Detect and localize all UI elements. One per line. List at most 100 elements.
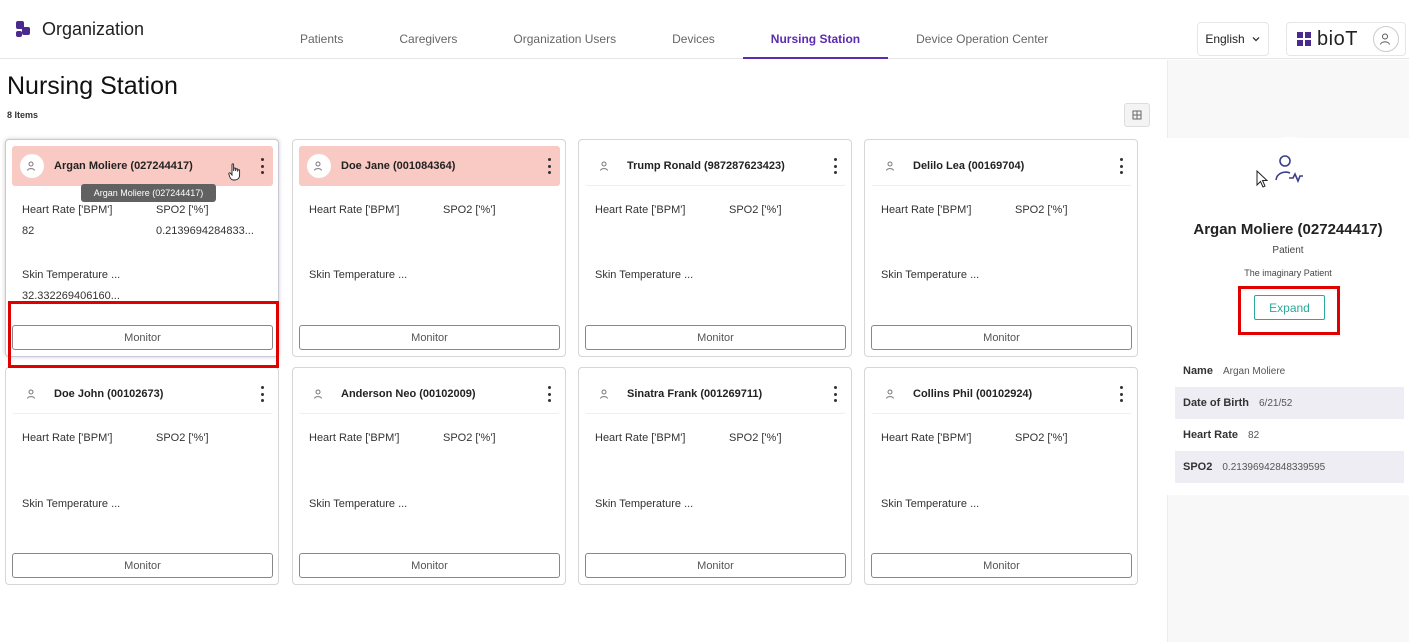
side-row-key: Name — [1183, 365, 1213, 377]
name-tooltip: Argan Moliere (027244417) — [81, 184, 216, 202]
side-row-value: 6/21/52 — [1259, 397, 1293, 409]
spo2-label: SPO2 ['%'] — [1015, 432, 1068, 444]
tab-devices[interactable]: Devices — [644, 21, 743, 59]
tab-caregivers[interactable]: Caregivers — [371, 21, 485, 59]
patient-card[interactable]: Collins Phil (00102924) Heart Rate ['BPM… — [864, 367, 1138, 585]
heart-rate-label: Heart Rate ['BPM'] — [309, 432, 400, 444]
language-value: English — [1205, 32, 1245, 46]
patient-icon — [879, 153, 903, 178]
top-bar: Organization Patients Caregivers Organiz… — [0, 0, 1409, 59]
card-header[interactable]: Trump Ronald (987287623423) — [585, 146, 846, 186]
more-options-icon[interactable] — [259, 158, 265, 174]
skin-temp-label: Skin Temperature ... — [881, 269, 980, 281]
tab-organization-users[interactable]: Organization Users — [485, 21, 644, 59]
monitor-button[interactable]: Monitor — [299, 553, 560, 578]
spo2-label: SPO2 ['%'] — [156, 204, 209, 216]
side-patient-name: Argan Moliere (027244417) — [1193, 221, 1383, 238]
spo2-label: SPO2 ['%'] — [443, 204, 496, 216]
patient-name[interactable]: Doe John (00102673) — [54, 388, 163, 400]
highlight-expand — [1238, 286, 1340, 335]
arrow-cursor-icon — [1256, 170, 1268, 188]
monitor-button[interactable]: Monitor — [585, 553, 846, 578]
skin-temp-label: Skin Temperature ... — [309, 269, 408, 281]
patient-icon — [20, 154, 44, 178]
patient-card[interactable]: Sinatra Frank (001269711) Heart Rate ['B… — [578, 367, 852, 585]
side-patient-role: Patient — [1272, 245, 1304, 256]
app-logo[interactable]: Organization — [14, 19, 144, 48]
side-row-value: 82 — [1248, 429, 1260, 441]
spo2-label: SPO2 ['%'] — [729, 204, 782, 216]
heart-rate-label: Heart Rate ['BPM'] — [309, 204, 400, 216]
monitor-button[interactable]: Monitor — [12, 553, 273, 578]
spo2-value: 0.2139694284833... — [156, 225, 254, 237]
patient-name[interactable]: Anderson Neo (00102009) — [341, 388, 476, 400]
card-header[interactable]: Anderson Neo (00102009) — [299, 374, 560, 414]
patient-icon — [593, 153, 617, 178]
spo2-label: SPO2 ['%'] — [443, 432, 496, 444]
monitor-button[interactable]: Monitor — [871, 553, 1132, 578]
side-patient-description: The imaginary Patient — [1244, 268, 1332, 278]
patient-card[interactable]: Trump Ronald (987287623423) Heart Rate [… — [578, 139, 852, 357]
app-title: Organization — [42, 18, 145, 39]
patient-name[interactable]: Delilo Lea (00169704) — [913, 160, 1024, 172]
skin-temp-label: Skin Temperature ... — [881, 498, 980, 510]
patient-avatar — [1254, 137, 1324, 201]
patient-card[interactable]: Doe John (00102673) Heart Rate ['BPM'] S… — [5, 367, 279, 585]
more-options-icon[interactable] — [259, 386, 265, 402]
card-header[interactable]: Sinatra Frank (001269711) — [585, 374, 846, 414]
patient-icon — [307, 154, 331, 178]
patient-icon — [593, 381, 617, 406]
skin-temp-label: Skin Temperature ... — [22, 269, 121, 281]
items-count: 8 Items — [7, 110, 39, 120]
more-options-icon[interactable] — [1118, 386, 1124, 402]
patient-name[interactable]: Argan Moliere (027244417) — [54, 160, 193, 172]
side-row-name: Name Argan Moliere — [1175, 355, 1404, 387]
card-header[interactable]: Collins Phil (00102924) — [871, 374, 1132, 414]
card-header[interactable]: Doe Jane (001084364) — [299, 146, 560, 186]
side-row-value: 0.21396942848339595 — [1222, 461, 1326, 473]
card-header[interactable]: Doe John (00102673) — [12, 374, 273, 414]
more-options-icon[interactable] — [546, 386, 552, 402]
monitor-button[interactable]: Monitor — [871, 325, 1132, 350]
card-header[interactable]: Delilo Lea (00169704) — [871, 146, 1132, 186]
heart-rate-value: 82 — [22, 225, 35, 237]
patient-card[interactable]: Anderson Neo (00102009) Heart Rate ['BPM… — [292, 367, 566, 585]
spo2-label: SPO2 ['%'] — [729, 432, 782, 444]
tab-nursing-station[interactable]: Nursing Station — [742, 21, 889, 59]
side-row-key: Heart Rate — [1183, 429, 1239, 441]
heart-rate-label: Heart Rate ['BPM'] — [595, 204, 686, 216]
heart-rate-label: Heart Rate ['BPM'] — [881, 432, 972, 444]
side-row-heart-rate: Heart Rate 82 — [1175, 419, 1404, 451]
patient-icon — [307, 381, 331, 406]
monitor-button[interactable]: Monitor — [585, 325, 846, 350]
patient-icon — [879, 381, 903, 406]
tab-patients[interactable]: Patients — [272, 21, 371, 59]
skin-temp-label: Skin Temperature ... — [309, 498, 408, 510]
monitor-button[interactable]: Monitor — [299, 325, 560, 350]
patient-name[interactable]: Collins Phil (00102924) — [913, 388, 1032, 400]
more-options-icon[interactable] — [1118, 158, 1124, 174]
heart-rate-label: Heart Rate ['BPM'] — [595, 432, 686, 444]
side-row-spo2: SPO2 0.21396942848339595 — [1175, 451, 1404, 483]
grid-view-button[interactable] — [1124, 103, 1150, 127]
more-options-icon[interactable] — [546, 158, 552, 174]
patient-card[interactable]: Delilo Lea (00169704) Heart Rate ['BPM']… — [864, 139, 1138, 357]
skin-temp-label: Skin Temperature ... — [595, 498, 694, 510]
language-select[interactable]: English — [1197, 22, 1269, 56]
highlight-monitor — [8, 301, 279, 368]
side-row-value: Argan Moliere — [1222, 365, 1286, 377]
user-avatar-button[interactable] — [1373, 26, 1399, 52]
patient-vitals-icon — [1275, 155, 1303, 184]
side-row-key: SPO2 — [1183, 461, 1213, 473]
main-nav: Patients Caregivers Organization Users D… — [272, 21, 1076, 59]
brand-name: bioT — [1317, 27, 1358, 50]
patient-card[interactable]: Doe Jane (001084364) Heart Rate ['BPM'] … — [292, 139, 566, 357]
more-options-icon[interactable] — [832, 386, 838, 402]
tab-device-operation-center[interactable]: Device Operation Center — [888, 21, 1076, 59]
patient-name[interactable]: Sinatra Frank (001269711) — [627, 388, 762, 400]
patient-name[interactable]: Doe Jane (001084364) — [341, 160, 455, 172]
hand-cursor-icon — [228, 163, 241, 181]
patient-name[interactable]: Trump Ronald (987287623423) — [627, 160, 785, 172]
more-options-icon[interactable] — [832, 158, 838, 174]
side-row-dob: Date of Birth 6/21/52 — [1175, 387, 1404, 419]
